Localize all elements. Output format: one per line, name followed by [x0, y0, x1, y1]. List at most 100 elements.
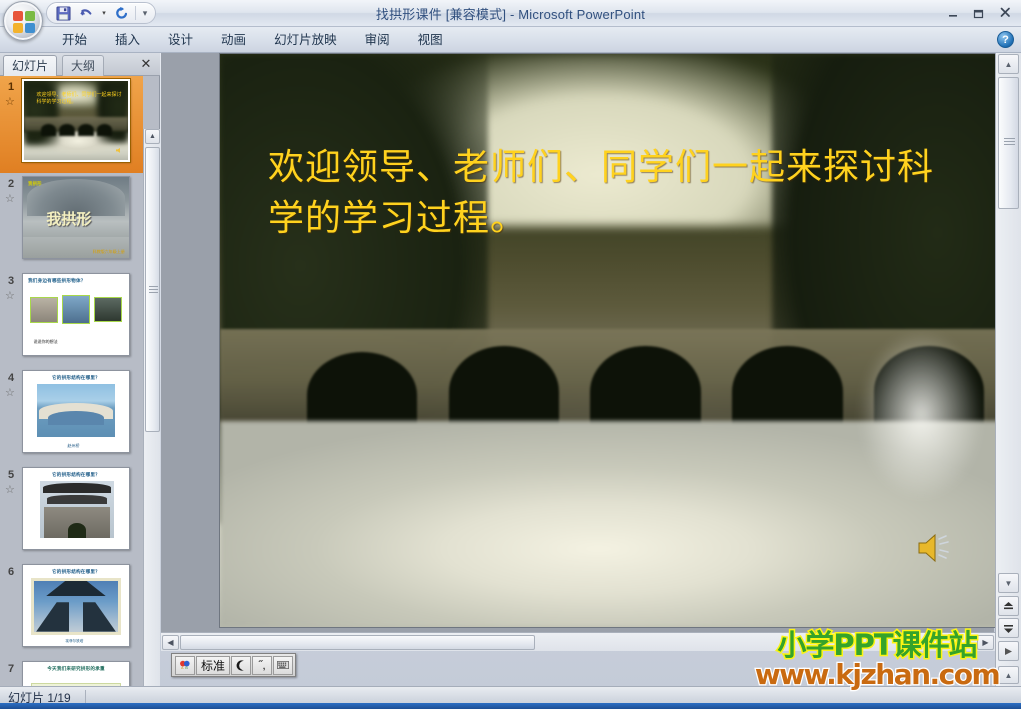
thumbnail-slide-5[interactable]: 5 ☆ 它的拱形结构在哪里？: [0, 464, 143, 561]
scroll-down-button[interactable]: ▼: [998, 573, 1019, 593]
thumbnail-image: 今天我们来研究拱形的承重: [23, 662, 129, 686]
scrollbar-thumb[interactable]: [180, 635, 535, 650]
thumbnail-image: 我们身边有哪些拱形物体？ 说说你的想法: [23, 274, 129, 355]
thumbnail-number: 3: [7, 275, 15, 287]
save-icon: [55, 5, 71, 21]
reset-view-button[interactable]: [998, 641, 1019, 661]
window-controls: [941, 3, 1017, 22]
soft-keyboard-icon: [277, 661, 289, 669]
tab-view[interactable]: 视图: [404, 27, 457, 53]
ime-punctuation-button[interactable]: ˝,: [252, 655, 272, 675]
tab-review[interactable]: 审阅: [351, 27, 404, 53]
tab-slideshow[interactable]: 幻灯片放映: [260, 27, 351, 53]
thumbnail-image: 我拱形 我拱形 科教版六年级上册: [23, 177, 129, 258]
thumbnail-frame: 我拱形 我拱形 科教版六年级上册: [22, 176, 130, 259]
scroll-up-button[interactable]: ▲: [998, 54, 1019, 74]
slide-body-text[interactable]: 欢迎领导、老师们、同学们一起来探讨科学的学习过程。: [268, 142, 958, 244]
thumbnail-image: 它的拱形结构在哪里？ 赵州桥: [23, 371, 129, 452]
save-button[interactable]: [53, 4, 73, 22]
slide-vertical-scrollbar[interactable]: ▲ ▼ ▲: [995, 53, 1021, 686]
close-button[interactable]: [993, 3, 1017, 22]
light-glow: [858, 329, 985, 501]
thumbnail-image: 它的拱形结构在哪里？: [23, 468, 129, 549]
svg-text:B: B: [185, 666, 188, 670]
thumbnail-title-small: 它的拱形结构在哪里？: [52, 472, 100, 477]
scroll-up-button[interactable]: ▲: [145, 129, 160, 144]
thumbnail-number: 7: [7, 663, 15, 675]
thumbnail-number: 2: [7, 178, 15, 190]
tab-slides[interactable]: 幻灯片: [3, 55, 58, 76]
thumbnail-slide-7[interactable]: 7 今天我们来研究拱形的承重: [0, 658, 143, 686]
animation-star-icon: ☆: [5, 290, 15, 302]
thumbnail-text: 欢迎领导、老师们、同学们一起来探讨科学的学习过程。: [36, 92, 122, 106]
undo-button[interactable]: [76, 4, 96, 22]
office-button[interactable]: [3, 1, 43, 41]
animation-star-icon: ☆: [5, 96, 15, 108]
scroll-left-button[interactable]: ◀: [162, 635, 179, 650]
next-slide-button[interactable]: [998, 618, 1019, 638]
thumbnail-caption: 赵州桥: [67, 442, 80, 448]
close-icon: [1000, 7, 1010, 17]
tab-insert[interactable]: 插入: [101, 27, 154, 53]
help-button[interactable]: ?: [997, 31, 1014, 48]
restore-icon: [973, 9, 984, 18]
thumbnail-frame: 我们身边有哪些拱形物体？ 说说你的想法: [22, 273, 130, 356]
redo-button[interactable]: [112, 4, 132, 22]
close-pane-button[interactable]: ✕: [138, 56, 154, 72]
qat-separator: [135, 6, 136, 20]
tab-animations[interactable]: 动画: [207, 27, 260, 53]
undo-icon: [80, 8, 92, 15]
thumbnail-image: 它的拱形结构在哪里？ 埃菲尔铁塔: [23, 565, 129, 646]
thumbnail-title-small: 它的拱形结构在哪里？: [52, 569, 100, 574]
thumbnail-slide-1[interactable]: 1 ☆ 欢迎领导、老师们、同学们一起来探讨科学的学习过程。: [0, 76, 143, 173]
scroll-right-button[interactable]: ▶: [977, 635, 994, 650]
ime-logo-icon[interactable]: A B: [175, 655, 195, 675]
slide-horizontal-scrollbar[interactable]: ◀ ▶: [161, 632, 995, 651]
ime-moon-button[interactable]: [231, 655, 251, 675]
current-slide[interactable]: 欢迎领导、老师们、同学们一起来探讨科学的学习过程。: [219, 53, 1009, 628]
title-bar: 找拱形课件 [兼容模式] - Microsoft PowerPoint ▾ ▾: [0, 0, 1021, 27]
pane-tab-strip: 幻灯片 大纲 ✕: [0, 53, 160, 76]
undo-dropdown-button[interactable]: ▾: [99, 4, 109, 22]
thumbnail-frame: 它的拱形结构在哪里？: [22, 467, 130, 550]
svg-text:A: A: [181, 666, 184, 670]
moon-icon: [236, 659, 244, 671]
tab-outline[interactable]: 大纲: [62, 55, 105, 76]
soft-keyboard-button[interactable]: [273, 655, 293, 675]
thumbnail-number: 6: [7, 566, 15, 578]
minimize-button[interactable]: [941, 3, 965, 22]
thumbnail-caption: 埃菲尔铁塔: [65, 638, 84, 643]
thumbnail-list[interactable]: 1 ☆ 欢迎领导、老师们、同学们一起来探讨科学的学习过程。 2 ☆ 我拱形 我拱…: [0, 76, 143, 686]
restore-button[interactable]: [967, 3, 991, 22]
quick-access-toolbar: ▾ ▾: [46, 2, 156, 24]
scrollbar-thumb[interactable]: [998, 77, 1019, 209]
thumbnail-title-small: 它的拱形结构在哪里？: [52, 375, 100, 380]
tab-home[interactable]: 开始: [48, 27, 101, 53]
thumbnail-slide-4[interactable]: 4 ☆ 它的拱形结构在哪里？ 赵州桥: [0, 367, 143, 464]
ribbon-tab-strip: 开始 插入 设计 动画 幻灯片放映 审阅 视图 ?: [0, 27, 1021, 53]
thumbnail-slide-6[interactable]: 6 它的拱形结构在哪里？ 埃菲尔铁塔: [0, 561, 143, 658]
ime-toolbar[interactable]: A B 标准 ˝,: [171, 653, 296, 677]
redo-icon: [116, 6, 128, 19]
slide-background-image: [220, 54, 1008, 627]
thumbnail-number: 1: [7, 81, 15, 93]
thumbnail-slide-2[interactable]: 2 ☆ 我拱形 我拱形 科教版六年级上册: [0, 173, 143, 270]
hscroll-track[interactable]: [180, 635, 975, 650]
watermark-line-2: www.kjzhan.com: [754, 658, 1002, 691]
speaker-icon[interactable]: [916, 531, 956, 565]
pane-scroll-up-button[interactable]: ▲: [998, 666, 1019, 684]
customize-qat-button[interactable]: ▾: [139, 4, 151, 22]
thumbnail-number: 5: [7, 469, 15, 481]
animation-star-icon: ☆: [5, 193, 15, 205]
scrollbar-thumb[interactable]: [145, 147, 160, 432]
taskbar-strip: [0, 703, 1021, 709]
animation-star-icon: ☆: [5, 484, 15, 496]
thumbnail-slide-3[interactable]: 3 ☆ 我们身边有哪些拱形物体？ 说说你的想法: [0, 270, 143, 367]
powerpoint-window: 找拱形课件 [兼容模式] - Microsoft PowerPoint ▾ ▾ …: [0, 0, 1021, 709]
tab-design[interactable]: 设计: [154, 27, 207, 53]
chevron-down-icon: ▾: [102, 10, 106, 17]
ime-mode-button[interactable]: 标准: [196, 655, 230, 675]
previous-slide-button[interactable]: [998, 596, 1019, 616]
animation-star-icon: ☆: [5, 387, 15, 399]
slides-pane-scrollbar[interactable]: ▲ ▼: [143, 129, 160, 709]
